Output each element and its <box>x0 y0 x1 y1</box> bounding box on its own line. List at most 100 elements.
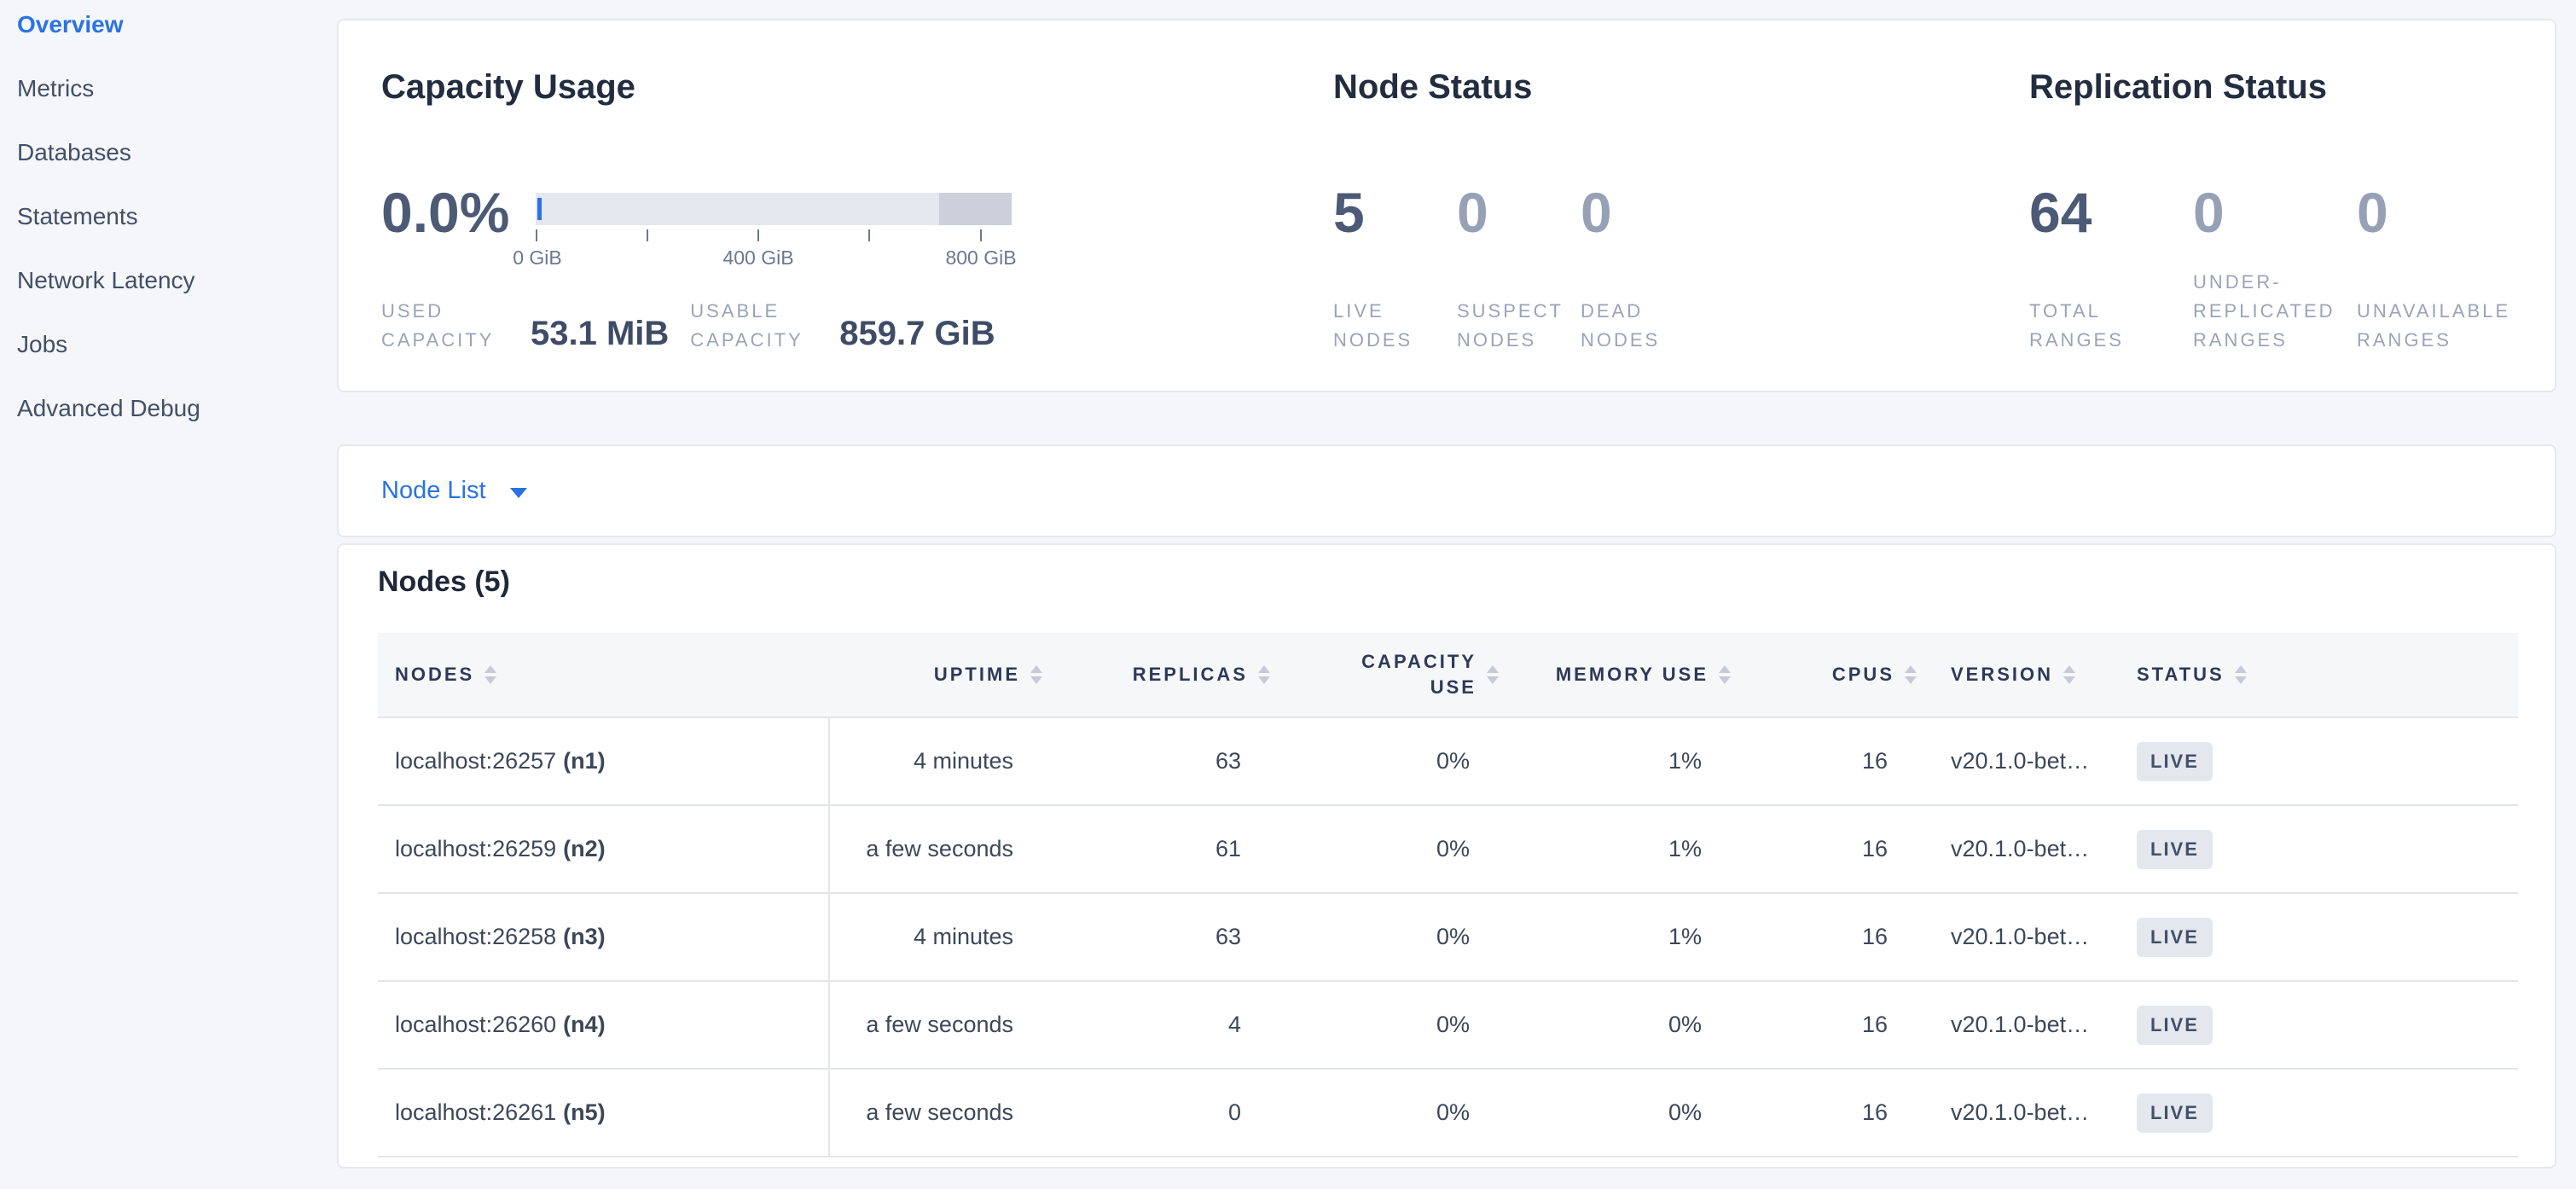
capacity-cell: 0% <box>1287 806 1516 892</box>
replicas-cell: 63 <box>1059 894 1287 980</box>
version-cell: v20.1.0-bet… <box>1934 718 2120 804</box>
used-capacity-value: 53.1 MiB <box>531 315 669 353</box>
capacity-axis <box>536 229 1012 246</box>
capacity-cell: 0% <box>1287 1070 1516 1156</box>
cpus-cell: 16 <box>1748 894 1934 980</box>
node-list-dropdown-label: Node List <box>381 477 486 505</box>
usable-capacity-value: 859.7 GiB <box>839 315 995 353</box>
sort-icon <box>1030 665 1042 684</box>
cpus-cell: 16 <box>1748 718 1934 804</box>
status-badge: LIVE <box>2137 830 2213 869</box>
node-address-cell: localhost:26259(n2) <box>378 806 830 892</box>
axis-tick <box>868 229 870 241</box>
live-nodes-stat: 5 LIVE NODES <box>1333 172 1457 355</box>
uptime-cell: a few seconds <box>830 982 1059 1068</box>
capacity-percent: 0.0% <box>381 184 536 241</box>
memory-cell: 1% <box>1516 894 1748 980</box>
column-header-nodes[interactable]: NODES <box>378 633 830 716</box>
uptime-cell: a few seconds <box>830 1070 1059 1156</box>
column-header-capacity-use[interactable]: CAPACITY USE <box>1287 633 1516 716</box>
live-nodes-value: 5 <box>1333 184 1457 241</box>
sidebar-item-advanced-debug[interactable]: Advanced Debug <box>0 376 334 440</box>
status-badge: LIVE <box>2137 1093 2213 1133</box>
dead-nodes-label: DEAD NODES <box>1581 297 1696 355</box>
node-id: (n4) <box>563 1012 606 1038</box>
cluster-summary-card: Capacity Usage Node Status Replication S… <box>337 19 2556 392</box>
total-ranges-stat: 64 TOTAL RANGES <box>2029 172 2193 355</box>
memory-cell: 1% <box>1516 806 1748 892</box>
capacity-cell: 0% <box>1287 982 1516 1068</box>
version-cell: v20.1.0-bet… <box>1934 1070 2120 1156</box>
total-ranges-label: TOTAL RANGES <box>2029 297 2190 355</box>
status-badge: LIVE <box>2137 1006 2213 1045</box>
status-cell: LIVE <box>2120 894 2518 980</box>
table-row: localhost:26259(n2) a few seconds 61 0% … <box>378 806 2518 894</box>
axis-tick-label: 800 GiB <box>945 246 1016 270</box>
uptime-cell: 4 minutes <box>830 894 1059 980</box>
uptime-cell: a few seconds <box>830 806 1059 892</box>
under-replicated-ranges-value: 0 <box>2193 184 2357 241</box>
node-address-cell: localhost:26261(n5) <box>378 1070 830 1156</box>
usable-capacity-label: USABLE CAPACITY <box>690 297 818 355</box>
column-header-uptime[interactable]: UPTIME <box>830 633 1059 716</box>
unavailable-ranges-value: 0 <box>2357 184 2521 241</box>
status-cell: LIVE <box>2120 982 2518 1068</box>
capacity-usage-title: Capacity Usage <box>381 68 635 107</box>
replicas-cell: 4 <box>1059 982 1287 1068</box>
column-header-status[interactable]: STATUS <box>2120 633 2518 716</box>
memory-cell: 1% <box>1516 718 1748 804</box>
uptime-cell: 4 minutes <box>830 718 1059 804</box>
node-id: (n2) <box>563 836 606 862</box>
column-header-memory-use[interactable]: MEMORY USE <box>1516 633 1748 716</box>
table-row: localhost:26258(n3) 4 minutes 63 0% 1% 1… <box>378 894 2518 982</box>
sort-icon <box>2063 665 2075 684</box>
capacity-usage-section: 0.0% 0 GiB 400 GiB 800 GiB <box>381 172 1332 355</box>
sidebar-item-statements[interactable]: Statements <box>0 184 334 248</box>
capacity-gauge: 0 GiB 400 GiB 800 GiB <box>536 172 1012 272</box>
dead-nodes-stat: 0 DEAD NODES <box>1581 172 1704 355</box>
axis-tick <box>757 229 759 241</box>
total-ranges-value: 64 <box>2029 184 2193 241</box>
status-cell: LIVE <box>2120 806 2518 892</box>
unavailable-ranges-stat: 0 UNAVAILABLE RANGES <box>2357 172 2521 355</box>
replicas-cell: 0 <box>1059 1070 1287 1156</box>
node-address-cell: localhost:26257(n1) <box>378 718 830 804</box>
sidebar-item-databases[interactable]: Databases <box>0 120 334 184</box>
sidebar-item-network-latency[interactable]: Network Latency <box>0 248 334 312</box>
axis-tick <box>536 229 537 241</box>
node-id: (n5) <box>563 1099 606 1126</box>
table-header-row: NODES UPTIME REPLICAS CAPACITY USE MEMOR… <box>378 633 2518 718</box>
nodes-table: NODES UPTIME REPLICAS CAPACITY USE MEMOR… <box>378 633 2518 1157</box>
suspect-nodes-stat: 0 SUSPECT NODES <box>1457 172 1581 355</box>
replication-status-title: Replication Status <box>2029 68 2327 107</box>
memory-cell: 0% <box>1516 982 1748 1068</box>
column-header-replicas[interactable]: REPLICAS <box>1059 633 1287 716</box>
unavailable-ranges-label: UNAVAILABLE RANGES <box>2357 297 2517 355</box>
node-id: (n1) <box>563 748 606 774</box>
status-badge: LIVE <box>2137 742 2213 781</box>
replicas-cell: 63 <box>1059 718 1287 804</box>
status-cell: LIVE <box>2120 718 2518 804</box>
column-header-cpus[interactable]: CPUS <box>1748 633 1934 716</box>
node-address-cell: localhost:26260(n4) <box>378 982 830 1068</box>
sidebar-item-metrics[interactable]: Metrics <box>0 56 334 120</box>
node-id: (n3) <box>563 924 606 950</box>
axis-tick-label: 400 GiB <box>722 246 793 270</box>
column-header-version[interactable]: VERSION <box>1934 633 2120 716</box>
version-cell: v20.1.0-bet… <box>1934 806 2120 892</box>
node-address-cell: localhost:26258(n3) <box>378 894 830 980</box>
table-row: localhost:26261(n5) a few seconds 0 0% 0… <box>378 1070 2518 1157</box>
sidebar-item-jobs[interactable]: Jobs <box>0 312 334 376</box>
cpus-cell: 16 <box>1748 1070 1934 1156</box>
capacity-bar <box>536 193 1012 225</box>
capacity-bar-used-marker <box>537 198 542 220</box>
under-replicated-ranges-stat: 0 UNDER-REPLICATED RANGES <box>2193 172 2357 355</box>
version-cell: v20.1.0-bet… <box>1934 894 2120 980</box>
sidebar-item-overview[interactable]: Overview <box>0 0 334 56</box>
under-replicated-ranges-label: UNDER-REPLICATED RANGES <box>2193 268 2353 355</box>
sidebar: Overview Metrics Databases Statements Ne… <box>0 0 334 1189</box>
chevron-down-icon <box>510 488 527 498</box>
table-row: localhost:26257(n1) 4 minutes 63 0% 1% 1… <box>378 718 2518 806</box>
view-selector-card: Node List <box>337 444 2556 537</box>
node-list-dropdown[interactable]: Node List <box>339 446 2555 536</box>
